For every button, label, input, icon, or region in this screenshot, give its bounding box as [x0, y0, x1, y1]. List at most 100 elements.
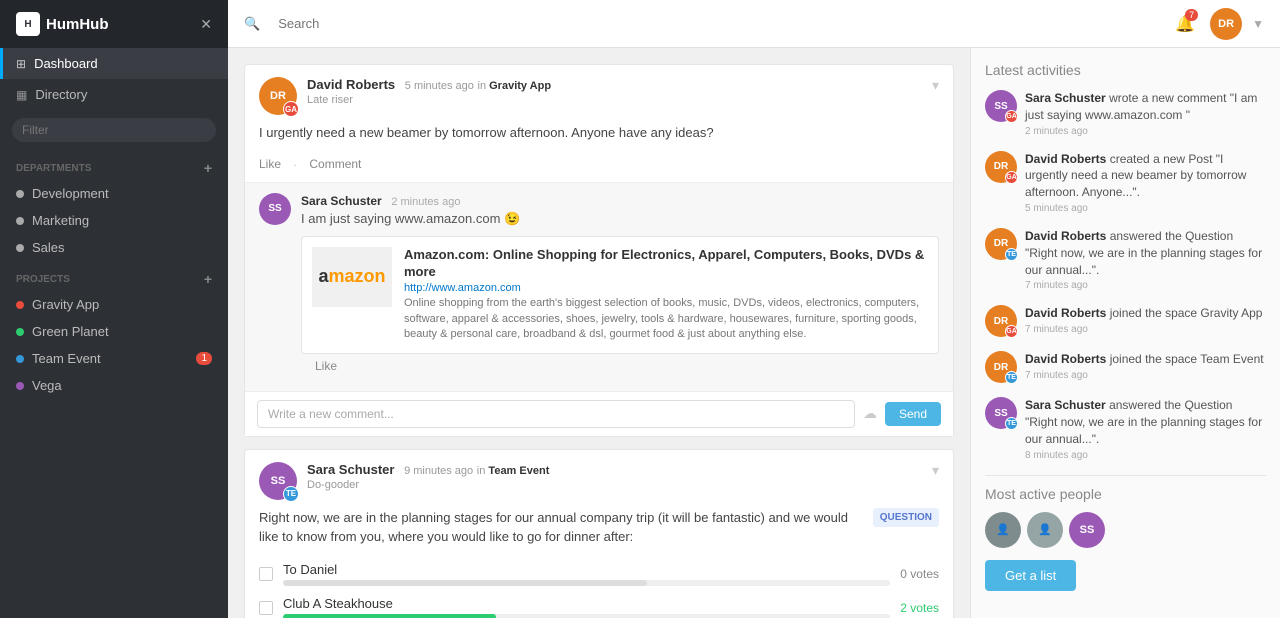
- post-avatar-wrap: DR GA: [259, 77, 297, 115]
- activity-item-5: DR TE David Roberts joined the space Tea…: [985, 351, 1266, 383]
- green-planet-dot: [16, 328, 24, 336]
- sidebar-item-development[interactable]: Development: [0, 180, 228, 207]
- activity-author-3: David Roberts: [1025, 229, 1106, 243]
- post2-body: QUESTION Right now, we are in the planni…: [245, 508, 953, 557]
- activity-avatar-wrap-5: DR TE: [985, 351, 1017, 383]
- get-list-button[interactable]: Get a list: [985, 560, 1076, 591]
- activity-time-2: 5 minutes ago: [1025, 203, 1266, 214]
- poll-checkbox-2[interactable]: [259, 601, 273, 615]
- right-panel: Latest activities SS GA Sara Schuster wr…: [970, 48, 1280, 618]
- poll-checkbox-1[interactable]: [259, 567, 273, 581]
- activity-item-4: DR GA David Roberts joined the space Gra…: [985, 305, 1266, 337]
- post2-space-name: Team Event: [488, 465, 549, 477]
- post-card-2: SS TE Sara Schuster 9 minutes ago in Tea…: [244, 449, 954, 618]
- team-event-label: Team Event: [32, 351, 101, 366]
- activity-content-6: Sara Schuster answered the Question "Rig…: [1025, 397, 1266, 447]
- activity-content-1: Sara Schuster wrote a new comment "I am …: [1025, 90, 1266, 124]
- post-actions: Like · Comment: [245, 153, 953, 182]
- activity-avatar-wrap-3: DR TE: [985, 228, 1017, 260]
- activity-item-3: DR TE David Roberts answered the Questio…: [985, 228, 1266, 291]
- development-dot: [16, 190, 24, 198]
- post2-collapse-button[interactable]: ▾: [932, 462, 939, 479]
- activity-text-3: David Roberts answered the Question "Rig…: [1025, 228, 1266, 291]
- comment-text: I am just saying www.amazon.com 😉: [301, 210, 939, 228]
- comment-meta: Sara Schuster 2 minutes ago: [301, 193, 939, 208]
- gravity-app-label: Gravity App: [32, 297, 99, 312]
- active-person-2[interactable]: 👤: [1027, 512, 1063, 548]
- sidebar-item-sales[interactable]: Sales: [0, 234, 228, 261]
- like-button[interactable]: Like: [259, 157, 281, 172]
- close-icon[interactable]: ✕: [200, 16, 212, 33]
- vega-label: Vega: [32, 378, 62, 393]
- gravity-app-dot: [16, 301, 24, 309]
- comment-author-name: Sara Schuster: [301, 194, 382, 208]
- comment-input[interactable]: [257, 400, 855, 428]
- poll-votes-2: 2 votes: [900, 601, 939, 615]
- logo-text: HumHub: [46, 16, 109, 33]
- filter-input[interactable]: [12, 118, 216, 142]
- latest-title-bold: Latest: [985, 62, 1023, 78]
- poll-label-1: To Daniel: [283, 562, 890, 577]
- post2-space-badge: TE: [283, 486, 299, 502]
- directory-label: Directory: [35, 87, 87, 102]
- post2-body-text: Right now, we are in the planning stages…: [259, 510, 848, 545]
- sidebar-item-dashboard[interactable]: ⊞ Dashboard: [0, 48, 228, 79]
- sidebar-filter: [0, 110, 228, 150]
- activity-item-2: DR GA David Roberts created a new Post "…: [985, 151, 1266, 214]
- most-active-title: Most active people: [985, 486, 1266, 502]
- green-planet-label: Green Planet: [32, 324, 109, 339]
- projects-header: PROJECTS +: [0, 261, 228, 291]
- poll-label-2: Club A Steakhouse: [283, 596, 890, 611]
- activity-time-4: 7 minutes ago: [1025, 324, 1262, 335]
- projects-label: PROJECTS: [16, 274, 70, 285]
- active-person-3[interactable]: SS: [1069, 512, 1105, 548]
- post-header: DR GA David Roberts 5 minutes ago in Gra…: [245, 65, 953, 123]
- link-preview-url[interactable]: http://www.amazon.com: [404, 282, 928, 294]
- team-event-dot: [16, 355, 24, 363]
- comment-input-row: ☁ Send: [245, 391, 953, 436]
- activity-avatar-wrap-1: SS GA: [985, 90, 1017, 122]
- user-menu-chevron[interactable]: ▼: [1252, 17, 1264, 31]
- post-body: I urgently need a new beamer by tomorrow…: [245, 123, 953, 153]
- add-department-button[interactable]: +: [204, 160, 212, 176]
- attachment-icon[interactable]: ☁: [863, 405, 877, 422]
- comment-button[interactable]: Comment: [309, 157, 361, 172]
- poll-bar-fill-1: [283, 580, 647, 586]
- comment-content: Sara Schuster 2 minutes ago I am just sa…: [301, 193, 939, 381]
- comment-author-avatar: SS: [259, 193, 291, 225]
- sidebar-item-green-planet[interactable]: Green Planet: [0, 318, 228, 345]
- user-avatar[interactable]: DR: [1210, 8, 1242, 40]
- sidebar-item-gravity-app[interactable]: Gravity App: [0, 291, 228, 318]
- post-in-text: in: [478, 80, 490, 92]
- post-collapse-button[interactable]: ▾: [932, 77, 939, 94]
- add-project-button[interactable]: +: [204, 271, 212, 287]
- poll-bar-bg-1: [283, 580, 890, 586]
- activity-author-1: Sara Schuster: [1025, 91, 1106, 105]
- most-active-avatars: 👤 👤 SS: [985, 512, 1266, 548]
- post2-meta: Sara Schuster 9 minutes ago in Team Even…: [307, 462, 922, 491]
- departments-header: DEPARTMENTS +: [0, 150, 228, 180]
- notifications-button[interactable]: 🔔 7: [1170, 9, 1200, 39]
- activity-item-6: SS TE Sara Schuster answered the Questio…: [985, 397, 1266, 460]
- post-meta: David Roberts 5 minutes ago in Gravity A…: [307, 77, 922, 106]
- activity-item-1: SS GA Sara Schuster wrote a new comment …: [985, 90, 1266, 137]
- sidebar-item-marketing[interactable]: Marketing: [0, 207, 228, 234]
- user-initials: DR: [1218, 18, 1234, 30]
- sales-dot: [16, 244, 24, 252]
- departments-label: DEPARTMENTS: [16, 163, 91, 174]
- sidebar-item-team-event[interactable]: Team Event 1: [0, 345, 228, 372]
- send-comment-button[interactable]: Send: [885, 402, 941, 426]
- activity-text-2: David Roberts created a new Post "I urge…: [1025, 151, 1266, 214]
- comment-like-button[interactable]: Like: [315, 359, 337, 373]
- active-person-1[interactable]: 👤: [985, 512, 1021, 548]
- post-meta-top: David Roberts 5 minutes ago in Gravity A…: [307, 77, 922, 92]
- activity-author-6: Sara Schuster: [1025, 398, 1106, 412]
- development-label: Development: [32, 186, 109, 201]
- activity-badge-5: TE: [1005, 371, 1018, 384]
- sidebar-item-directory[interactable]: ▦ Directory: [0, 79, 228, 110]
- sidebar-item-vega[interactable]: Vega: [0, 372, 228, 399]
- search-input[interactable]: [270, 10, 1160, 37]
- action-separator: ·: [293, 157, 297, 172]
- activity-badge-4: GA: [1005, 325, 1018, 338]
- dashboard-icon: ⊞: [16, 57, 26, 71]
